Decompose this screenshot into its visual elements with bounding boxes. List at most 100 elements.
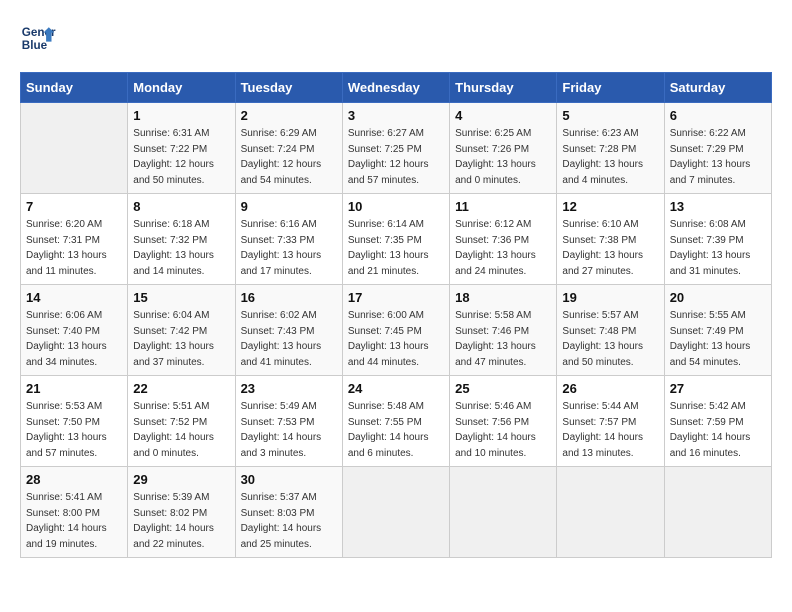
day-info: Sunrise: 6:10 AMSunset: 7:38 PMDaylight:… <box>562 217 658 279</box>
calendar-table: SundayMondayTuesdayWednesdayThursdayFrid… <box>20 72 772 558</box>
calendar-cell: 15 Sunrise: 6:04 AMSunset: 7:42 PMDaylig… <box>128 285 235 376</box>
day-info: Sunrise: 5:51 AMSunset: 7:52 PMDaylight:… <box>133 399 229 461</box>
day-number: 21 <box>26 381 122 396</box>
calendar-cell: 9 Sunrise: 6:16 AMSunset: 7:33 PMDayligh… <box>235 194 342 285</box>
day-number: 25 <box>455 381 551 396</box>
day-number: 23 <box>241 381 337 396</box>
calendar-cell: 28 Sunrise: 5:41 AMSunset: 8:00 PMDaylig… <box>21 467 128 558</box>
calendar-cell: 14 Sunrise: 6:06 AMSunset: 7:40 PMDaylig… <box>21 285 128 376</box>
logo: General Blue <box>20 20 56 56</box>
calendar-cell: 19 Sunrise: 5:57 AMSunset: 7:48 PMDaylig… <box>557 285 664 376</box>
week-row-5: 28 Sunrise: 5:41 AMSunset: 8:00 PMDaylig… <box>21 467 772 558</box>
day-number: 6 <box>670 108 766 123</box>
day-info: Sunrise: 5:37 AMSunset: 8:03 PMDaylight:… <box>241 490 337 552</box>
day-info: Sunrise: 6:12 AMSunset: 7:36 PMDaylight:… <box>455 217 551 279</box>
day-number: 17 <box>348 290 444 305</box>
day-info: Sunrise: 6:20 AMSunset: 7:31 PMDaylight:… <box>26 217 122 279</box>
calendar-cell: 1 Sunrise: 6:31 AMSunset: 7:22 PMDayligh… <box>128 103 235 194</box>
calendar-cell: 27 Sunrise: 5:42 AMSunset: 7:59 PMDaylig… <box>664 376 771 467</box>
day-info: Sunrise: 5:48 AMSunset: 7:55 PMDaylight:… <box>348 399 444 461</box>
calendar-cell: 26 Sunrise: 5:44 AMSunset: 7:57 PMDaylig… <box>557 376 664 467</box>
day-number: 3 <box>348 108 444 123</box>
day-number: 7 <box>26 199 122 214</box>
day-number: 13 <box>670 199 766 214</box>
calendar-cell: 23 Sunrise: 5:49 AMSunset: 7:53 PMDaylig… <box>235 376 342 467</box>
day-number: 4 <box>455 108 551 123</box>
calendar-header-row: SundayMondayTuesdayWednesdayThursdayFrid… <box>21 73 772 103</box>
day-number: 22 <box>133 381 229 396</box>
day-info: Sunrise: 6:16 AMSunset: 7:33 PMDaylight:… <box>241 217 337 279</box>
calendar-cell: 22 Sunrise: 5:51 AMSunset: 7:52 PMDaylig… <box>128 376 235 467</box>
calendar-cell: 11 Sunrise: 6:12 AMSunset: 7:36 PMDaylig… <box>450 194 557 285</box>
day-number: 29 <box>133 472 229 487</box>
week-row-3: 14 Sunrise: 6:06 AMSunset: 7:40 PMDaylig… <box>21 285 772 376</box>
day-number: 16 <box>241 290 337 305</box>
day-info: Sunrise: 5:41 AMSunset: 8:00 PMDaylight:… <box>26 490 122 552</box>
week-row-1: 1 Sunrise: 6:31 AMSunset: 7:22 PMDayligh… <box>21 103 772 194</box>
header-tuesday: Tuesday <box>235 73 342 103</box>
day-info: Sunrise: 6:02 AMSunset: 7:43 PMDaylight:… <box>241 308 337 370</box>
day-number: 24 <box>348 381 444 396</box>
calendar-cell: 17 Sunrise: 6:00 AMSunset: 7:45 PMDaylig… <box>342 285 449 376</box>
header-monday: Monday <box>128 73 235 103</box>
day-number: 9 <box>241 199 337 214</box>
week-row-4: 21 Sunrise: 5:53 AMSunset: 7:50 PMDaylig… <box>21 376 772 467</box>
day-info: Sunrise: 5:55 AMSunset: 7:49 PMDaylight:… <box>670 308 766 370</box>
page-header: General Blue <box>20 20 772 56</box>
day-info: Sunrise: 5:49 AMSunset: 7:53 PMDaylight:… <box>241 399 337 461</box>
calendar-cell: 4 Sunrise: 6:25 AMSunset: 7:26 PMDayligh… <box>450 103 557 194</box>
day-number: 8 <box>133 199 229 214</box>
calendar-cell <box>450 467 557 558</box>
logo-icon: General Blue <box>20 20 56 56</box>
calendar-cell: 21 Sunrise: 5:53 AMSunset: 7:50 PMDaylig… <box>21 376 128 467</box>
day-info: Sunrise: 6:27 AMSunset: 7:25 PMDaylight:… <box>348 126 444 188</box>
calendar-cell <box>21 103 128 194</box>
day-info: Sunrise: 6:23 AMSunset: 7:28 PMDaylight:… <box>562 126 658 188</box>
calendar-cell <box>664 467 771 558</box>
day-number: 12 <box>562 199 658 214</box>
calendar-cell: 30 Sunrise: 5:37 AMSunset: 8:03 PMDaylig… <box>235 467 342 558</box>
calendar-cell: 6 Sunrise: 6:22 AMSunset: 7:29 PMDayligh… <box>664 103 771 194</box>
day-number: 15 <box>133 290 229 305</box>
calendar-cell: 24 Sunrise: 5:48 AMSunset: 7:55 PMDaylig… <box>342 376 449 467</box>
calendar-cell <box>342 467 449 558</box>
calendar-cell: 29 Sunrise: 5:39 AMSunset: 8:02 PMDaylig… <box>128 467 235 558</box>
calendar-cell <box>557 467 664 558</box>
day-number: 20 <box>670 290 766 305</box>
day-info: Sunrise: 5:42 AMSunset: 7:59 PMDaylight:… <box>670 399 766 461</box>
calendar-cell: 5 Sunrise: 6:23 AMSunset: 7:28 PMDayligh… <box>557 103 664 194</box>
day-number: 5 <box>562 108 658 123</box>
header-wednesday: Wednesday <box>342 73 449 103</box>
day-number: 26 <box>562 381 658 396</box>
day-info: Sunrise: 6:04 AMSunset: 7:42 PMDaylight:… <box>133 308 229 370</box>
day-info: Sunrise: 6:22 AMSunset: 7:29 PMDaylight:… <box>670 126 766 188</box>
week-row-2: 7 Sunrise: 6:20 AMSunset: 7:31 PMDayligh… <box>21 194 772 285</box>
day-info: Sunrise: 6:14 AMSunset: 7:35 PMDaylight:… <box>348 217 444 279</box>
calendar-cell: 10 Sunrise: 6:14 AMSunset: 7:35 PMDaylig… <box>342 194 449 285</box>
day-number: 28 <box>26 472 122 487</box>
day-info: Sunrise: 6:00 AMSunset: 7:45 PMDaylight:… <box>348 308 444 370</box>
day-number: 1 <box>133 108 229 123</box>
calendar-cell: 13 Sunrise: 6:08 AMSunset: 7:39 PMDaylig… <box>664 194 771 285</box>
day-number: 14 <box>26 290 122 305</box>
header-sunday: Sunday <box>21 73 128 103</box>
svg-text:Blue: Blue <box>22 39 48 52</box>
calendar-cell: 18 Sunrise: 5:58 AMSunset: 7:46 PMDaylig… <box>450 285 557 376</box>
calendar-cell: 2 Sunrise: 6:29 AMSunset: 7:24 PMDayligh… <box>235 103 342 194</box>
calendar-cell: 12 Sunrise: 6:10 AMSunset: 7:38 PMDaylig… <box>557 194 664 285</box>
day-info: Sunrise: 5:57 AMSunset: 7:48 PMDaylight:… <box>562 308 658 370</box>
calendar-cell: 16 Sunrise: 6:02 AMSunset: 7:43 PMDaylig… <box>235 285 342 376</box>
day-number: 19 <box>562 290 658 305</box>
calendar-cell: 3 Sunrise: 6:27 AMSunset: 7:25 PMDayligh… <box>342 103 449 194</box>
calendar-cell: 25 Sunrise: 5:46 AMSunset: 7:56 PMDaylig… <box>450 376 557 467</box>
day-info: Sunrise: 6:29 AMSunset: 7:24 PMDaylight:… <box>241 126 337 188</box>
header-thursday: Thursday <box>450 73 557 103</box>
day-info: Sunrise: 5:53 AMSunset: 7:50 PMDaylight:… <box>26 399 122 461</box>
day-info: Sunrise: 6:31 AMSunset: 7:22 PMDaylight:… <box>133 126 229 188</box>
day-number: 18 <box>455 290 551 305</box>
day-info: Sunrise: 6:25 AMSunset: 7:26 PMDaylight:… <box>455 126 551 188</box>
calendar-cell: 20 Sunrise: 5:55 AMSunset: 7:49 PMDaylig… <box>664 285 771 376</box>
day-info: Sunrise: 6:06 AMSunset: 7:40 PMDaylight:… <box>26 308 122 370</box>
day-number: 11 <box>455 199 551 214</box>
calendar-cell: 8 Sunrise: 6:18 AMSunset: 7:32 PMDayligh… <box>128 194 235 285</box>
